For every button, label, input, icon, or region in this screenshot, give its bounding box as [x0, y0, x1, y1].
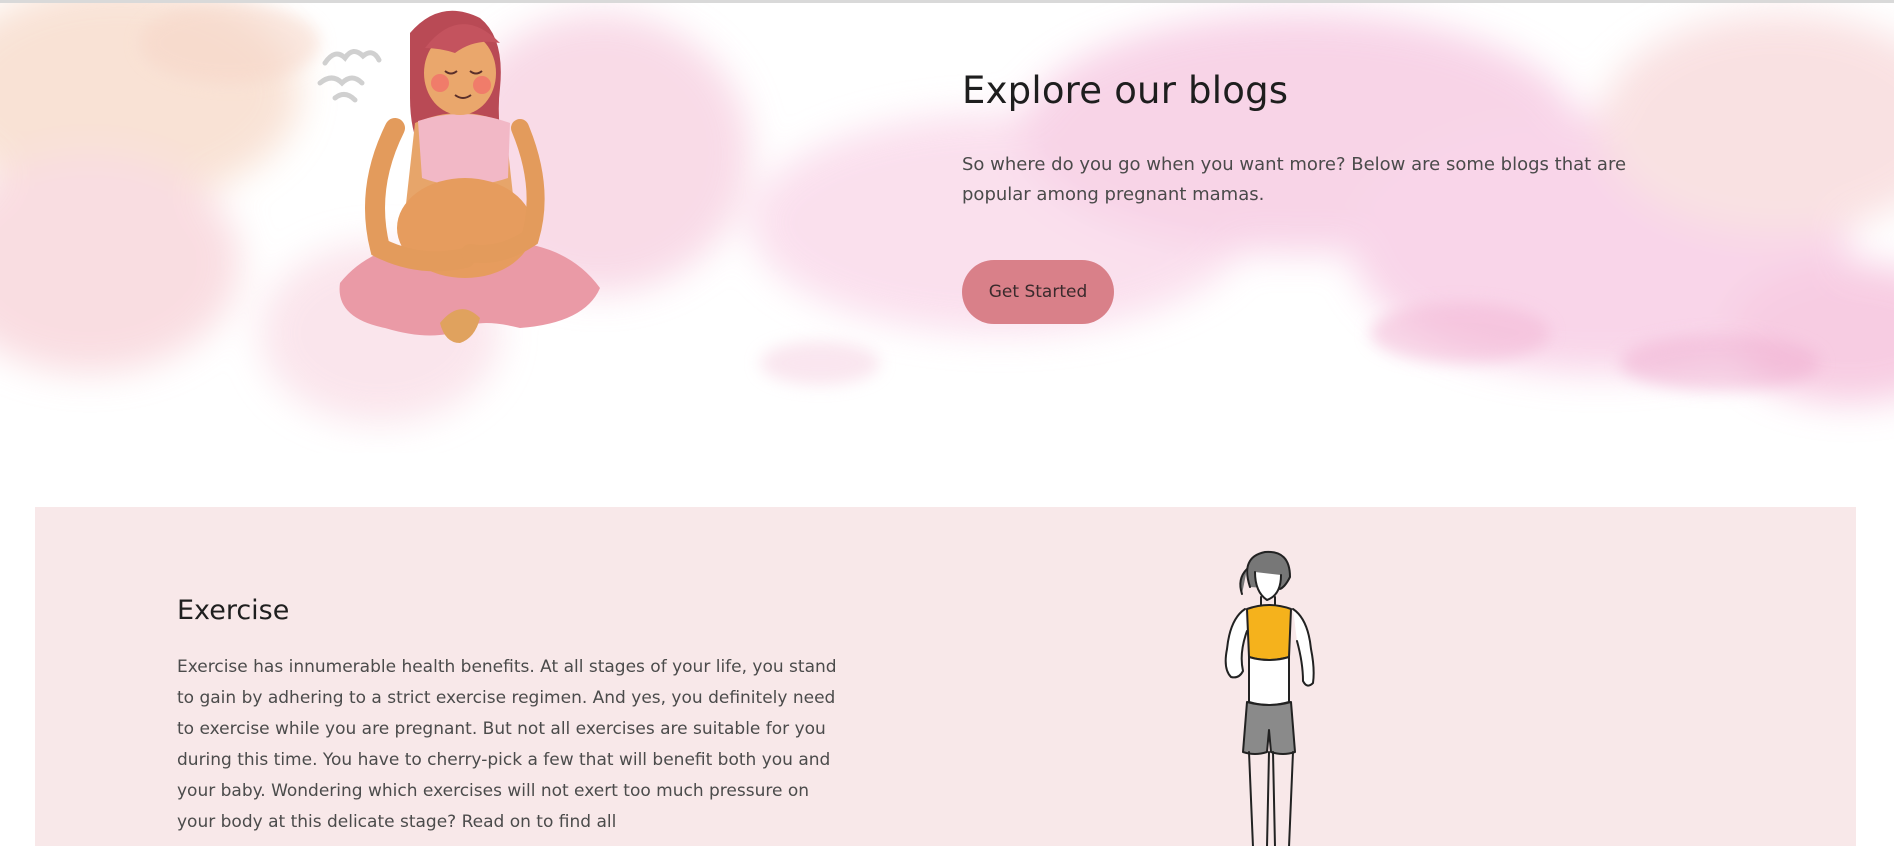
pregnant-woman-illustration — [317, 10, 600, 343]
hero-section: Explore our blogs So where do you go whe… — [0, 3, 1894, 453]
hero-text-block: Explore our blogs So where do you go whe… — [962, 69, 1682, 324]
woman-athlete-illustration — [1224, 550, 1315, 846]
hero-description: So where do you go when you want more? B… — [962, 154, 1627, 205]
exercise-title: Exercise — [177, 595, 290, 626]
exercise-description: Exercise has innumerable health benefits… — [177, 657, 837, 832]
get-started-button[interactable]: Get Started — [962, 260, 1114, 324]
exercise-card: Exercise Exercise has innumerable health… — [35, 507, 1856, 846]
exercise-text-block: Exercise Exercise has innumerable health… — [177, 595, 857, 838]
hero-title: Explore our blogs — [962, 69, 1289, 112]
